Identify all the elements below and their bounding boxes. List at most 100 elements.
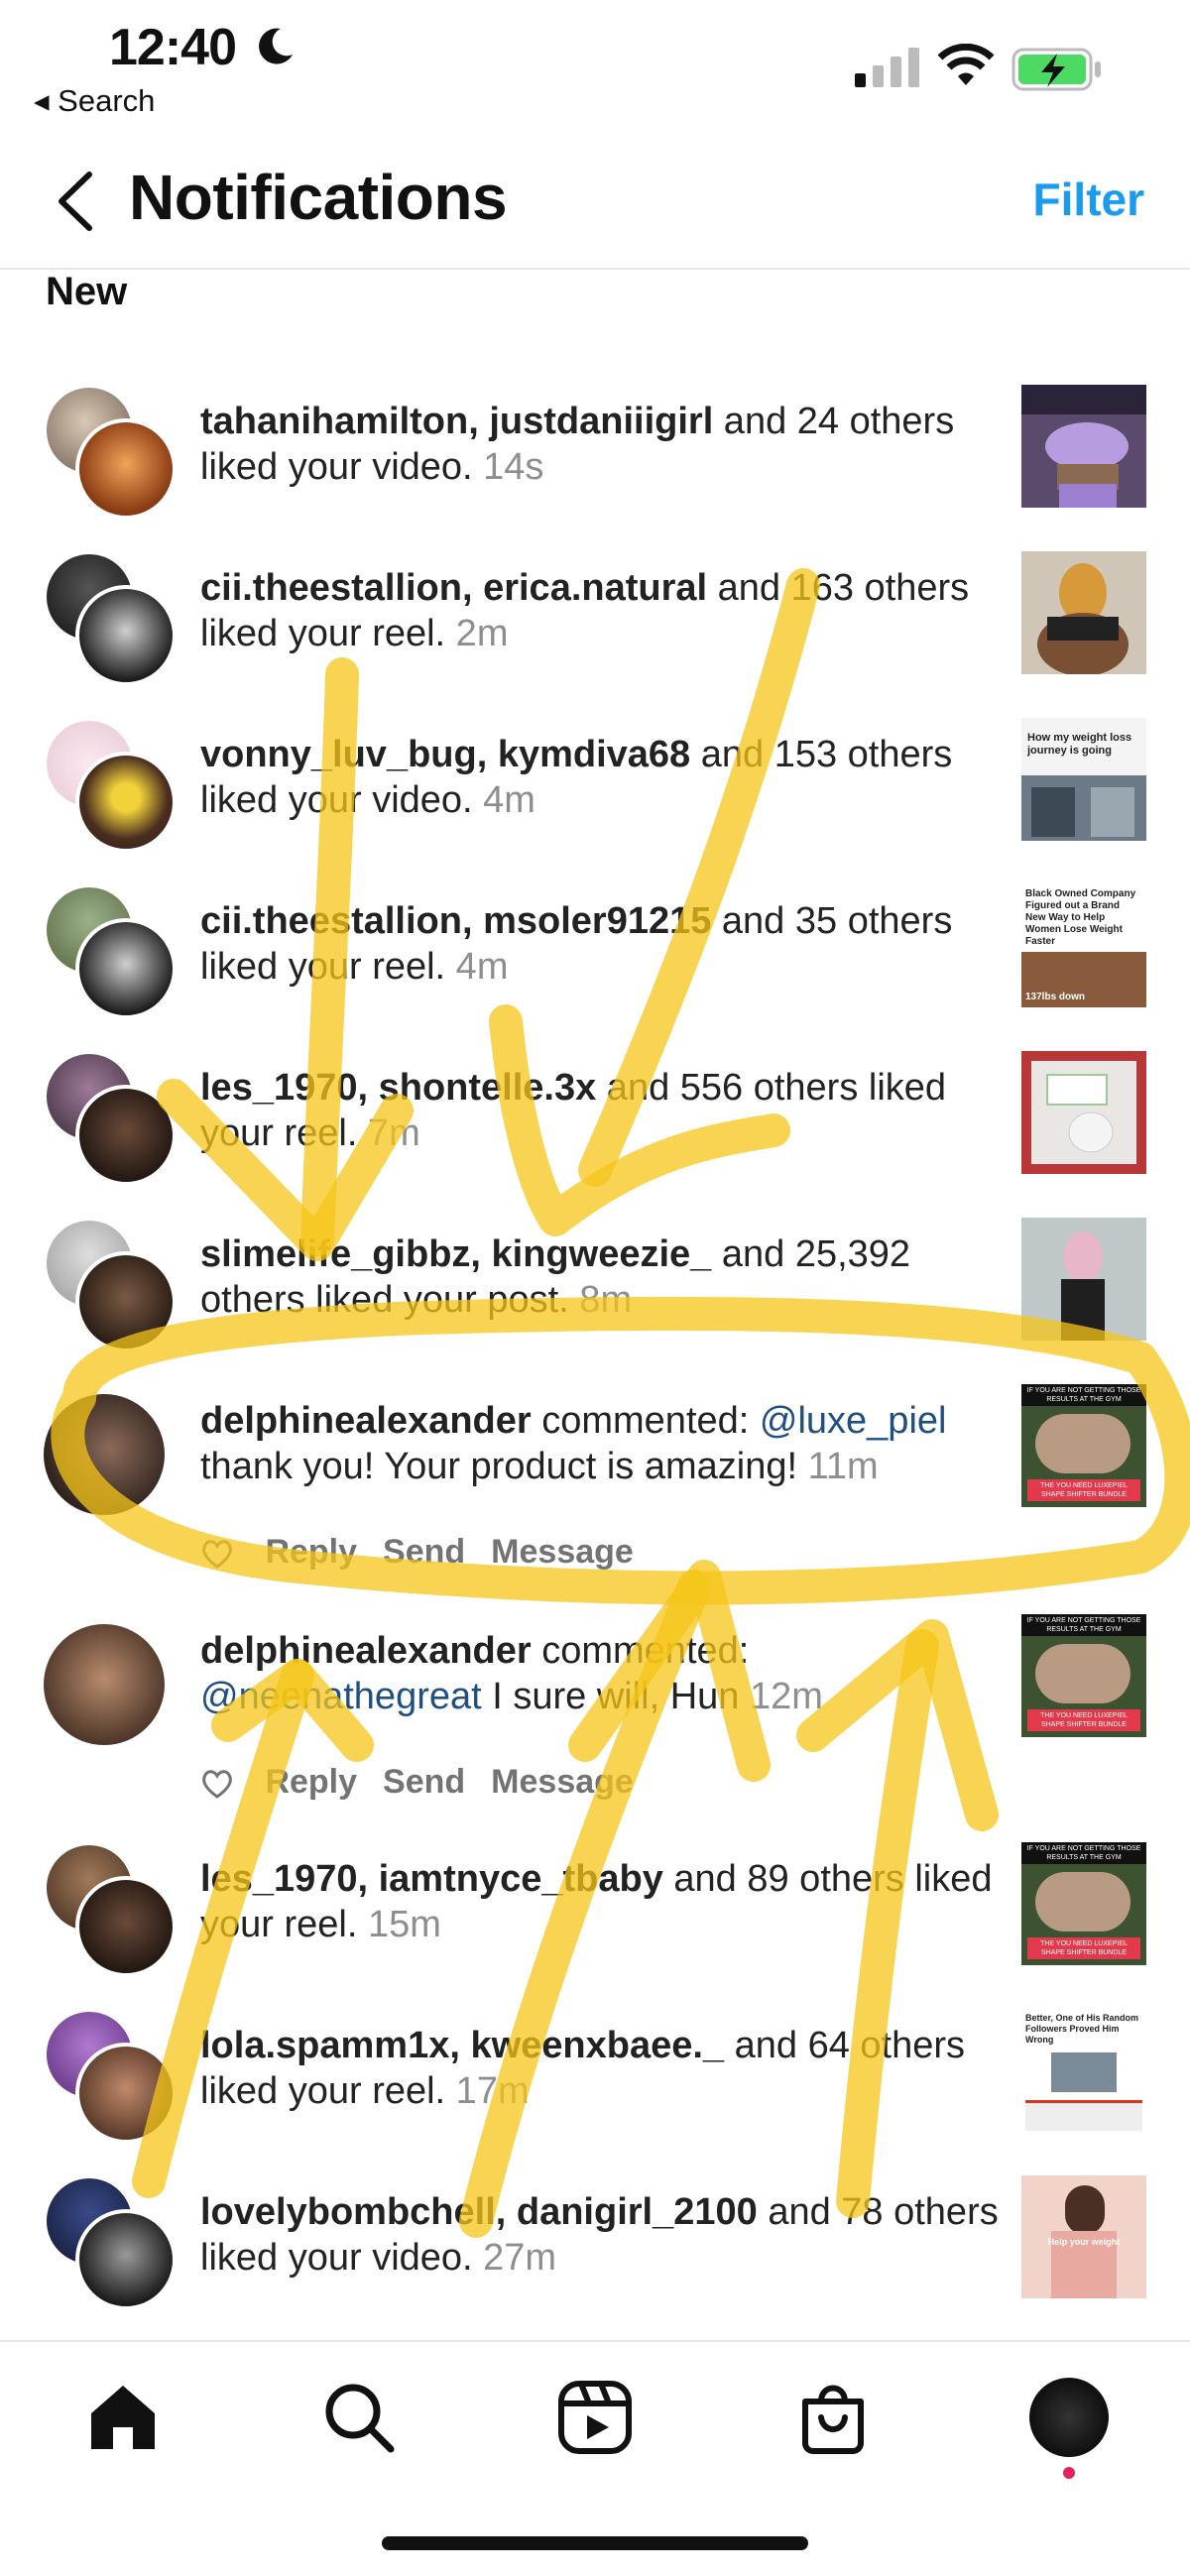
avatar-stack[interactable] xyxy=(44,1842,177,1977)
notifications-header: Notifications Filter xyxy=(0,139,1190,270)
avatar-stack[interactable] xyxy=(44,884,177,1019)
message-button[interactable]: Message xyxy=(491,1533,634,1571)
notification-time: 12m xyxy=(739,1676,823,1717)
comment-notification-row[interactable]: delphinealexander commented: @luxe_piel … xyxy=(0,1384,1190,1612)
notification-row[interactable]: vonny_luv_bug, kymdiva68 and 153 others … xyxy=(0,718,1190,886)
filter-button[interactable]: Filter xyxy=(1033,173,1144,226)
notification-time: 15m xyxy=(357,1904,441,1945)
message-button[interactable]: Message xyxy=(491,1763,634,1801)
thumbnail-caption: Help your weight xyxy=(1047,2237,1121,2247)
home-indicator[interactable] xyxy=(382,2536,808,2550)
notification-text: les_1970, iamtnyce_tbaby and 89 others l… xyxy=(200,1856,1013,1947)
avatar xyxy=(75,585,177,686)
avatar[interactable] xyxy=(44,1394,165,1515)
thumbnail-photo xyxy=(1025,2100,1142,2131)
reply-button[interactable]: Reply xyxy=(265,1763,357,1801)
notification-row[interactable]: cii.theestallion, erica.natural and 163 … xyxy=(0,551,1190,720)
post-thumbnail[interactable] xyxy=(1021,1051,1146,1174)
notification-users[interactable]: vonny_luv_bug, kymdiva68 xyxy=(200,734,690,775)
notification-text: slimelife_gibbz, kingweezie_ and 25,392 … xyxy=(200,1231,1013,1323)
post-thumbnail[interactable]: Black Owned Company Figured out a Brand … xyxy=(1021,884,1146,1007)
send-button[interactable]: Send xyxy=(383,1763,465,1801)
mention-link[interactable]: @luxe_piel xyxy=(760,1400,947,1442)
thumbnail-caption: IF YOU ARE NOT GETTING THOSE RESULTS AT … xyxy=(1021,1614,1146,1636)
notification-text: delphinealexander commented: @luxe_piel … xyxy=(200,1398,1013,1489)
reply-button[interactable]: Reply xyxy=(265,1533,357,1571)
notification-users[interactable]: tahanihamilton, justdaniiigirl xyxy=(200,401,713,442)
notification-time: 7m xyxy=(357,1112,420,1154)
post-thumbnail[interactable] xyxy=(1021,385,1146,508)
back-to-search-link[interactable]: ◂ Search xyxy=(34,83,155,119)
avatar-stack[interactable] xyxy=(44,1218,177,1352)
notification-users[interactable]: lola.spamm1x, kweenxbaee._ xyxy=(200,2025,724,2066)
notification-text: vonny_luv_bug, kymdiva68 and 153 others … xyxy=(200,732,1013,823)
post-thumbnail[interactable]: IF YOU ARE NOT GETTING THOSE RESULTS AT … xyxy=(1021,1842,1146,1965)
send-button[interactable]: Send xyxy=(383,1533,465,1571)
comment-notification-row[interactable]: delphinealexander commented: @neenathegr… xyxy=(0,1614,1190,1842)
battery-charging-icon xyxy=(1012,48,1101,91)
heart-icon[interactable] xyxy=(200,1768,234,1800)
avatar xyxy=(75,2209,177,2310)
search-icon[interactable] xyxy=(319,2378,399,2457)
notification-time: 2m xyxy=(445,613,509,654)
notification-users[interactable]: delphinealexander xyxy=(200,1400,532,1442)
avatar-stack[interactable] xyxy=(44,2009,177,2144)
avatar-stack[interactable] xyxy=(44,718,177,853)
notification-row[interactable]: lovelybombchell, danigirl_2100 and 78 ot… xyxy=(0,2175,1190,2344)
notification-text: lola.spamm1x, kweenxbaee._ and 64 others… xyxy=(200,2023,1013,2114)
post-thumbnail[interactable]: IF YOU ARE NOT GETTING THOSE RESULTS AT … xyxy=(1021,1614,1146,1737)
shop-icon[interactable] xyxy=(793,2378,873,2457)
notification-users[interactable]: cii.theestallion, erica.natural xyxy=(200,567,707,609)
avatar xyxy=(75,1085,177,1186)
notification-time: 17m xyxy=(445,2070,530,2112)
comment-actions: Reply Send Message xyxy=(200,1533,659,1572)
notification-row[interactable]: les_1970, shontelle.3x and 556 others li… xyxy=(0,1051,1190,1220)
status-time: 12:40 xyxy=(109,19,237,76)
post-thumbnail[interactable]: IF YOU ARE NOT GETTING THOSE RESULTS AT … xyxy=(1021,1384,1146,1507)
thumbnail-caption: IF YOU ARE NOT GETTING THOSE RESULTS AT … xyxy=(1021,1384,1146,1406)
profile-avatar[interactable] xyxy=(1029,2378,1109,2457)
notification-users[interactable]: les_1970, iamtnyce_tbaby xyxy=(200,1858,663,1900)
post-thumbnail[interactable]: How my weight loss journey is going xyxy=(1021,718,1146,841)
post-thumbnail[interactable] xyxy=(1021,551,1146,674)
avatar-stack[interactable] xyxy=(44,551,177,686)
notification-text: les_1970, shontelle.3x and 556 others li… xyxy=(200,1065,1013,1156)
back-chevron-icon[interactable] xyxy=(52,169,97,234)
mention-link[interactable]: @neenathegreat xyxy=(200,1676,482,1717)
notification-message: commented: xyxy=(531,1630,750,1672)
notification-time: 11m xyxy=(797,1446,879,1487)
notification-users[interactable]: lovelybombchell, danigirl_2100 xyxy=(200,2191,758,2233)
heart-icon[interactable] xyxy=(200,1538,234,1570)
thumbnail-subcaption: THE YOU NEED LUXEPIEL SHAPE SHIFTER BUND… xyxy=(1027,1709,1140,1731)
notification-row[interactable]: les_1970, iamtnyce_tbaby and 89 others l… xyxy=(0,1842,1190,2011)
notification-text: lovelybombchell, danigirl_2100 and 78 ot… xyxy=(200,2189,1013,2281)
post-thumbnail[interactable]: Better, One of His Random Followers Prov… xyxy=(1021,2009,1146,2132)
bottom-tab-bar xyxy=(0,2340,1190,2576)
avatar xyxy=(75,918,177,1019)
notification-users[interactable]: les_1970, shontelle.3x xyxy=(200,1067,596,1109)
notification-users[interactable]: cii.theestallion, msoler91215 xyxy=(200,900,711,942)
avatar-stack[interactable] xyxy=(44,1051,177,1186)
notification-users[interactable]: slimelife_gibbz, kingweezie_ xyxy=(200,1233,711,1275)
notification-row[interactable]: lola.spamm1x, kweenxbaee._ and 64 others… xyxy=(0,2009,1190,2177)
notification-text: cii.theestallion, msoler91215 and 35 oth… xyxy=(200,898,1013,990)
avatar-stack[interactable] xyxy=(44,2175,177,2310)
thumbnail-caption: IF YOU ARE NOT GETTING THOSE RESULTS AT … xyxy=(1021,1842,1146,1864)
avatar-stack[interactable] xyxy=(44,385,177,520)
avatar[interactable] xyxy=(44,1624,165,1745)
post-thumbnail[interactable] xyxy=(1021,1218,1146,1341)
notification-row[interactable]: slimelife_gibbz, kingweezie_ and 25,392 … xyxy=(0,1218,1190,1386)
thumbnail-photo xyxy=(1035,1644,1130,1703)
thumbnail-photo xyxy=(1035,1414,1130,1473)
reels-icon[interactable] xyxy=(555,2378,635,2457)
notification-users[interactable]: delphinealexander xyxy=(200,1630,532,1672)
avatar xyxy=(75,2043,177,2144)
notification-row[interactable]: tahanihamilton, justdaniiigirl and 24 ot… xyxy=(0,385,1190,553)
home-icon[interactable] xyxy=(83,2378,163,2457)
post-thumbnail[interactable]: Help your weight xyxy=(1021,2175,1146,2298)
notification-text: tahanihamilton, justdaniiigirl and 24 ot… xyxy=(200,399,1013,490)
avatar xyxy=(75,1876,177,1977)
avatar xyxy=(75,752,177,853)
comment-text: I sure will, Hun xyxy=(481,1676,740,1717)
notification-row[interactable]: cii.theestallion, msoler91215 and 35 oth… xyxy=(0,884,1190,1053)
